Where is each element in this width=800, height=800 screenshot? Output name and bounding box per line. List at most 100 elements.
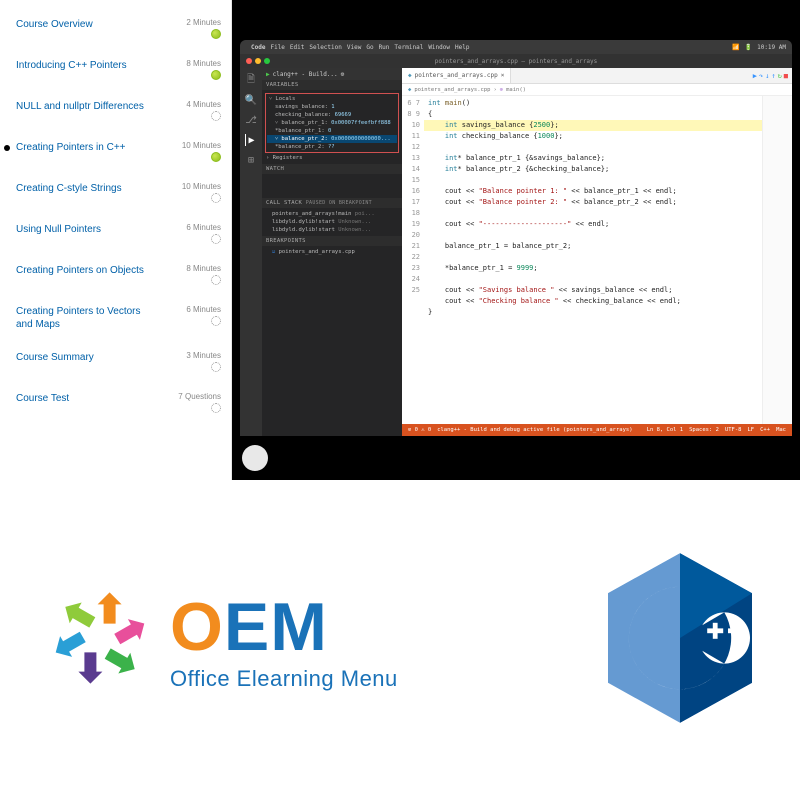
- editor-tabs: ◆ pointers_and_arrays.cpp × ▶ ↷ ↓ ↑ ↻ ■: [402, 68, 792, 84]
- status-item[interactable]: Spaces: 2: [689, 427, 719, 433]
- status-dot-icon: [211, 152, 221, 162]
- breakpoints-header[interactable]: BREAKPOINTS: [262, 236, 402, 246]
- scm-icon[interactable]: ⎇: [245, 114, 257, 126]
- oem-wordmark: OEM: [170, 588, 398, 666]
- status-dot-icon: [211, 316, 221, 326]
- status-item[interactable]: ⊘ 0 ⚠ 0: [408, 427, 431, 433]
- menu-item[interactable]: Go: [366, 44, 373, 51]
- traffic-lights[interactable]: [246, 58, 270, 64]
- debug-config[interactable]: clang++ - Build...: [273, 71, 338, 78]
- menu-item[interactable]: File: [270, 44, 284, 51]
- cpp-file-icon: ◆: [408, 72, 412, 79]
- extensions-icon[interactable]: ⊞: [245, 154, 257, 166]
- registers-root[interactable]: › Registers: [264, 154, 400, 162]
- variables-header[interactable]: VARIABLES: [262, 80, 402, 90]
- editor: ◆ pointers_and_arrays.cpp × ▶ ↷ ↓ ↑ ↻ ■: [402, 68, 792, 436]
- nav-item-duration: 10 Minutes: [182, 182, 221, 191]
- stackframe-row[interactable]: libdyld.dylib!start Unknown...: [264, 218, 400, 226]
- status-dot-icon: [211, 70, 221, 80]
- nav-item-duration: 7 Questions: [178, 392, 221, 401]
- status-item[interactable]: Mac: [776, 427, 786, 433]
- nav-item-duration: 6 Minutes: [186, 305, 221, 314]
- nav-item-label: Creating Pointers in C++: [16, 141, 126, 154]
- locals-root[interactable]: ˅ Locals: [267, 95, 397, 103]
- run-icon[interactable]: ▶: [266, 71, 270, 78]
- vscode-window: Code File Edit Selection View Go Run Terminal Wi…: [240, 40, 792, 436]
- nav-item[interactable]: Course Test 7 Questions: [0, 382, 231, 423]
- status-dot-icon: [211, 403, 221, 413]
- menu-item[interactable]: Help: [455, 44, 469, 51]
- menu-item[interactable]: View: [347, 44, 361, 51]
- menu-item[interactable]: Terminal: [394, 44, 423, 51]
- step-out-icon[interactable]: ↑: [771, 72, 775, 80]
- variable-row[interactable]: *balance_ptr_2: ??: [267, 143, 397, 151]
- nav-item[interactable]: Course Overview 2 Minutes: [0, 8, 231, 49]
- variable-row[interactable]: ˅ balance_ptr_1: 0x00007ffeefbff888: [267, 119, 397, 127]
- oem-logo: OEM Office Elearning Menu: [40, 578, 398, 703]
- step-into-icon[interactable]: ↓: [765, 72, 769, 80]
- callstack-header[interactable]: CALL STACK PAUSED ON BREAKPOINT: [262, 198, 402, 208]
- stackframe-row[interactable]: libdyld.dylib!start Unknown...: [264, 226, 400, 234]
- avatar: [242, 445, 268, 471]
- status-dot-icon: [211, 111, 221, 121]
- variable-row[interactable]: *balance_ptr_1: 0: [267, 127, 397, 135]
- search-icon[interactable]: 🔍: [245, 94, 257, 106]
- stop-icon[interactable]: ■: [784, 72, 788, 80]
- nav-item-label: Course Summary: [16, 351, 94, 364]
- status-item[interactable]: clang++ - Build and debug active file (p…: [437, 427, 632, 433]
- watch-header[interactable]: WATCH: [262, 164, 402, 174]
- editor-tab-active[interactable]: ◆ pointers_and_arrays.cpp ×: [402, 68, 511, 83]
- code-content[interactable]: int main() { int savings_balance {2500};…: [424, 96, 762, 424]
- step-over-icon[interactable]: ↷: [759, 72, 763, 80]
- oem-tagline: Office Elearning Menu: [170, 666, 398, 692]
- nav-item-label: Creating C-style Strings: [16, 182, 122, 195]
- menu-item[interactable]: Window: [428, 44, 450, 51]
- status-item[interactable]: Ln 8, Col 1: [647, 427, 683, 433]
- nav-item[interactable]: Creating Pointers to Vectors and Maps 6 …: [0, 295, 231, 341]
- debug-icon[interactable]: ▶: [245, 134, 257, 146]
- nav-item-label: Creating Pointers on Objects: [16, 264, 144, 277]
- nav-item[interactable]: NULL and nullptr Differences 4 Minutes: [0, 90, 231, 131]
- nav-item-label: NULL and nullptr Differences: [16, 100, 144, 113]
- menu-item[interactable]: Selection: [309, 44, 342, 51]
- nav-item-label: Course Test: [16, 392, 69, 405]
- status-dot-icon: [211, 29, 221, 39]
- continue-icon[interactable]: ▶: [753, 72, 757, 80]
- explorer-icon[interactable]: 🗎: [245, 74, 257, 86]
- breadcrumb[interactable]: ◆ pointers_and_arrays.cpp › ⊕ main(): [402, 84, 792, 96]
- variable-row[interactable]: checking_balance: 69669: [267, 111, 397, 119]
- debug-run-toolbar: ▶ clang++ - Build... ⚙: [262, 68, 402, 80]
- status-item[interactable]: LF: [748, 427, 755, 433]
- battery-icon: 🔋: [745, 44, 752, 51]
- nav-item-duration: 8 Minutes: [186, 59, 221, 68]
- minimap[interactable]: [762, 96, 792, 424]
- activity-bar: 🗎 🔍 ⎇ ▶ ⊞: [240, 68, 262, 436]
- line-gutter: 6 7 8 9 10 11 12 13 14 15 16 17 18 19 20…: [402, 96, 424, 424]
- wifi-icon: 📶: [732, 44, 739, 51]
- mac-menubar: Code File Edit Selection View Go Run Terminal Wi…: [240, 40, 792, 54]
- menu-item[interactable]: Edit: [290, 44, 304, 51]
- nav-item[interactable]: Creating Pointers in C++ 10 Minutes: [0, 131, 231, 172]
- status-item[interactable]: UTF-8: [725, 427, 742, 433]
- nav-item[interactable]: Course Summary 3 Minutes: [0, 341, 231, 382]
- close-icon[interactable]: ×: [501, 72, 505, 79]
- nav-item[interactable]: Using Null Pointers 6 Minutes: [0, 213, 231, 254]
- gear-icon[interactable]: ⚙: [341, 71, 345, 78]
- cpp-logo: [600, 548, 760, 733]
- variable-row[interactable]: savings_balance: 1: [267, 103, 397, 111]
- breakpoint-row[interactable]: ☑ pointers_and_arrays.cpp: [264, 248, 400, 256]
- variable-row[interactable]: ˅ balance_ptr_2: 0x0000000000000...: [267, 135, 397, 143]
- status-dot-icon: [211, 362, 221, 372]
- menu-item[interactable]: Run: [379, 44, 390, 51]
- status-item[interactable]: C++: [760, 427, 770, 433]
- nav-item[interactable]: Creating C-style Strings 10 Minutes: [0, 172, 231, 213]
- app-name[interactable]: Code: [251, 44, 265, 51]
- vscode-title: pointers_and_arrays.cpp — pointers_and_a…: [435, 58, 598, 65]
- nav-item-label: Introducing C++ Pointers: [16, 59, 127, 72]
- nav-item[interactable]: Introducing C++ Pointers 8 Minutes: [0, 49, 231, 90]
- restart-icon[interactable]: ↻: [778, 72, 782, 80]
- stackframe-row[interactable]: pointers_and_arrays!main poi...: [264, 210, 400, 218]
- code-area[interactable]: 6 7 8 9 10 11 12 13 14 15 16 17 18 19 20…: [402, 96, 792, 424]
- nav-item[interactable]: Creating Pointers on Objects 8 Minutes: [0, 254, 231, 295]
- course-nav-sidebar: Course Overview 2 Minutes Introducing C+…: [0, 0, 232, 480]
